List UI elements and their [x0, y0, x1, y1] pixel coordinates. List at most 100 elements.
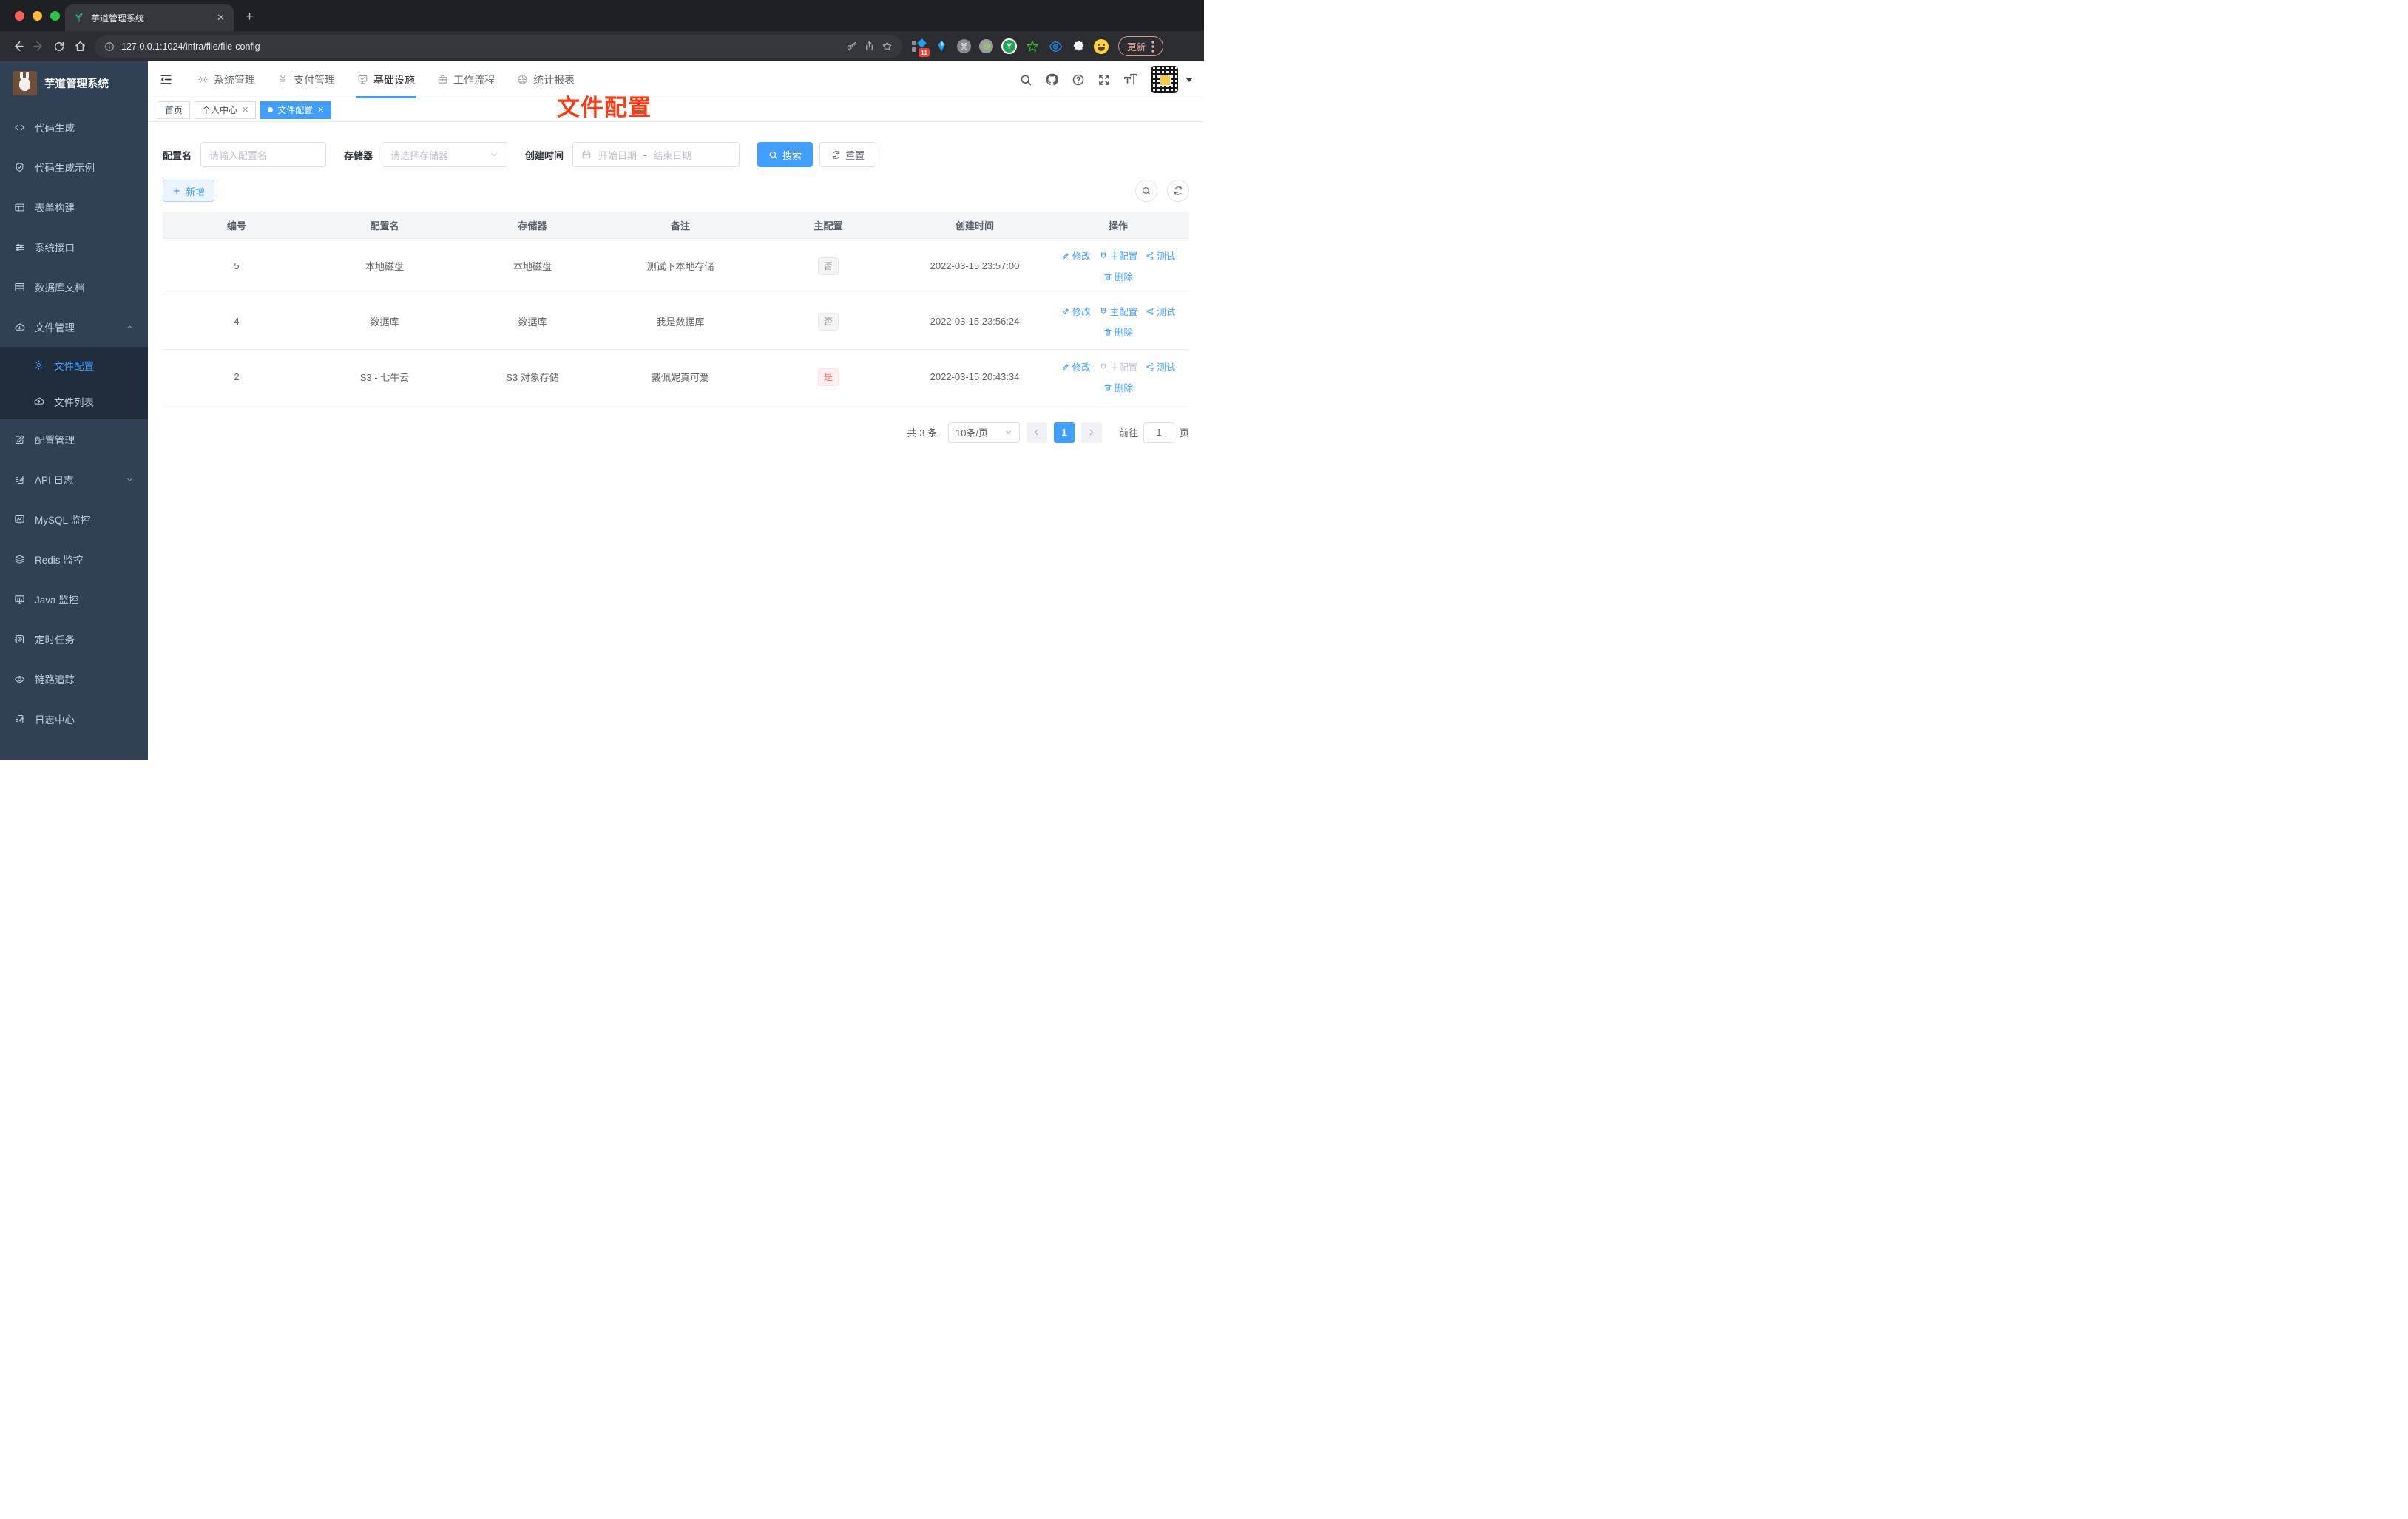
browser-update-button[interactable]: 更新	[1118, 36, 1164, 56]
close-icon[interactable]: ✕	[242, 105, 248, 115]
config-name-input[interactable]: 请输入配置名	[200, 142, 327, 167]
add-button[interactable]: 新增	[163, 180, 215, 202]
row-actions: 修改 主配置 测试删除	[1047, 238, 1189, 294]
master-action-link[interactable]: 主配置	[1099, 304, 1137, 318]
next-page-button[interactable]	[1080, 422, 1102, 443]
edit-action-link[interactable]: 修改	[1061, 359, 1091, 373]
reload-icon[interactable]	[49, 36, 70, 57]
url-text[interactable]: 127.0.0.1:1024/infra/file/file-config	[121, 41, 839, 52]
tag-文件配置[interactable]: 文件配置 ✕	[260, 101, 332, 119]
extension-emoji-icon[interactable]	[1094, 38, 1109, 54]
cloud-down-icon	[14, 322, 25, 333]
browser-tab[interactable]: 芋道管理系统 ✕	[65, 4, 234, 31]
share-icon[interactable]	[864, 41, 875, 52]
sidebar-item-label: 代码生成	[35, 123, 75, 134]
search-icon[interactable]	[1019, 73, 1032, 87]
minimize-window-button[interactable]	[33, 11, 42, 21]
master-action-link[interactable]: 主配置	[1099, 248, 1137, 263]
edit-action-link[interactable]: 修改	[1061, 248, 1091, 263]
help-icon[interactable]	[1072, 73, 1085, 87]
sidebar-item-Java 监控[interactable]: Java 监控	[0, 579, 148, 619]
back-icon[interactable]	[7, 36, 28, 57]
sidebar-item-数据库文档[interactable]: 数据库文档	[0, 267, 148, 307]
action-label: 删除	[1114, 272, 1133, 283]
page-number-button[interactable]: 1	[1053, 422, 1075, 443]
nav-item-基础设施[interactable]: 基础设施	[346, 61, 426, 98]
tag-label: 文件配置	[277, 105, 314, 115]
extension-command-icon[interactable]: ⌘	[957, 39, 971, 53]
address-bar[interactable]: 127.0.0.1:1024/infra/file/file-config	[95, 35, 902, 58]
sidebar-item-日志中心[interactable]: 日志中心	[0, 699, 148, 739]
page-content: 配置名 请输入配置名 存储器 请选择存储器 创建时间 开始日期 - 结束日期 搜…	[148, 122, 1204, 760]
del-action-link[interactable]: 删除	[1103, 269, 1133, 283]
date-range-input[interactable]: 开始日期 - 结束日期	[572, 142, 740, 167]
close-icon[interactable]: ✕	[317, 105, 324, 115]
forward-icon[interactable]	[28, 36, 49, 57]
sidebar-item-定时任务[interactable]: 定时任务	[0, 619, 148, 659]
avatar-caret-icon[interactable]	[1186, 77, 1193, 82]
font-size-icon[interactable]	[1123, 73, 1138, 87]
primary-flag-tag: 否	[817, 257, 839, 275]
bookmark-star-icon[interactable]	[882, 41, 893, 52]
site-info-icon[interactable]	[104, 41, 115, 52]
fullscreen-icon[interactable]	[1098, 73, 1111, 87]
github-icon[interactable]	[1045, 72, 1059, 87]
sidebar-item-代码生成[interactable]: 代码生成	[0, 107, 148, 147]
user-avatar[interactable]	[1151, 66, 1178, 93]
browser-toolbar: 127.0.0.1:1024/infra/file/file-config 11…	[0, 31, 1204, 61]
sidebar-item-MySQL 监控[interactable]: MySQL 监控	[0, 499, 148, 539]
extension-grid-icon[interactable]: 11	[911, 38, 930, 57]
sidebar-item-API 日志[interactable]: API 日志	[0, 459, 148, 499]
sidebar-item-链路追踪[interactable]: 链路追踪	[0, 659, 148, 699]
zoom-window-button[interactable]	[50, 11, 60, 21]
create-time-label: 创建时间	[525, 149, 564, 161]
top-nav: 系统管理 支付管理 基础设施 工作流程 统计报表	[186, 61, 586, 98]
action-label: 测试	[1157, 251, 1176, 262]
del-action-link[interactable]: 删除	[1103, 380, 1133, 394]
storage-select[interactable]: 请选择存储器	[382, 142, 508, 167]
sidebar-item-Redis 监控[interactable]: Redis 监控	[0, 539, 148, 579]
extension-star-icon[interactable]	[1025, 39, 1040, 54]
table-row: 4 数据库 数据库 我是数据库否 2022-03-15 23:56:24 修改 主配置 测试删…	[163, 294, 1189, 350]
window-controls[interactable]	[15, 11, 60, 21]
fold-sidebar-icon[interactable]	[159, 72, 173, 87]
sidebar-item-配置管理[interactable]: 配置管理	[0, 419, 148, 459]
infra-icon	[357, 74, 368, 85]
tag-个人中心[interactable]: 个人中心 ✕	[195, 101, 257, 119]
tag-首页[interactable]: 首页	[158, 101, 191, 119]
home-icon[interactable]	[70, 36, 90, 57]
test-action-link[interactable]: 测试	[1146, 304, 1175, 318]
prev-page-button[interactable]	[1026, 422, 1047, 443]
refresh-table-button[interactable]	[1167, 180, 1189, 202]
test-action-link[interactable]: 测试	[1146, 359, 1175, 373]
show-search-toggle-button[interactable]	[1135, 180, 1157, 202]
goto-page-input[interactable]: 1	[1143, 422, 1174, 443]
search-button[interactable]: 搜索	[757, 142, 814, 167]
tab-close-icon[interactable]: ✕	[217, 12, 225, 24]
del-action-link[interactable]: 删除	[1103, 325, 1133, 339]
nav-item-系统管理[interactable]: 系统管理	[186, 61, 266, 98]
sidebar-item-文件配置[interactable]: 文件配置	[0, 347, 148, 383]
page-size-select[interactable]: 10条/页	[947, 422, 1020, 443]
sidebar-item-表单构建[interactable]: 表单构建	[0, 187, 148, 227]
extension-kite-icon[interactable]	[934, 39, 949, 54]
new-tab-button[interactable]: +	[246, 9, 254, 25]
nav-item-工作流程[interactable]: 工作流程	[426, 61, 506, 98]
close-window-button[interactable]	[15, 11, 24, 21]
nav-item-支付管理[interactable]: 支付管理	[266, 61, 346, 98]
sidebar-item-label: MySQL 监控	[35, 515, 91, 526]
edit-action-link[interactable]: 修改	[1061, 304, 1091, 318]
extension-eye-icon[interactable]	[1048, 39, 1063, 54]
extension-dot-icon[interactable]	[979, 39, 993, 53]
test-action-link[interactable]: 测试	[1146, 248, 1175, 263]
header-actions	[1019, 66, 1193, 93]
password-key-icon[interactable]	[846, 41, 857, 52]
extension-puzzle-icon[interactable]	[1071, 39, 1086, 54]
reset-button[interactable]: 重置	[819, 142, 877, 167]
chevron-down-icon	[1006, 430, 1011, 434]
sidebar-item-系统接口[interactable]: 系统接口	[0, 227, 148, 267]
sidebar-item-文件列表[interactable]: 文件列表	[0, 383, 148, 419]
extension-y-icon[interactable]: Y	[1001, 38, 1017, 54]
sidebar-item-代码生成示例[interactable]: 代码生成示例	[0, 147, 148, 187]
sidebar-item-文件管理[interactable]: 文件管理	[0, 307, 148, 347]
